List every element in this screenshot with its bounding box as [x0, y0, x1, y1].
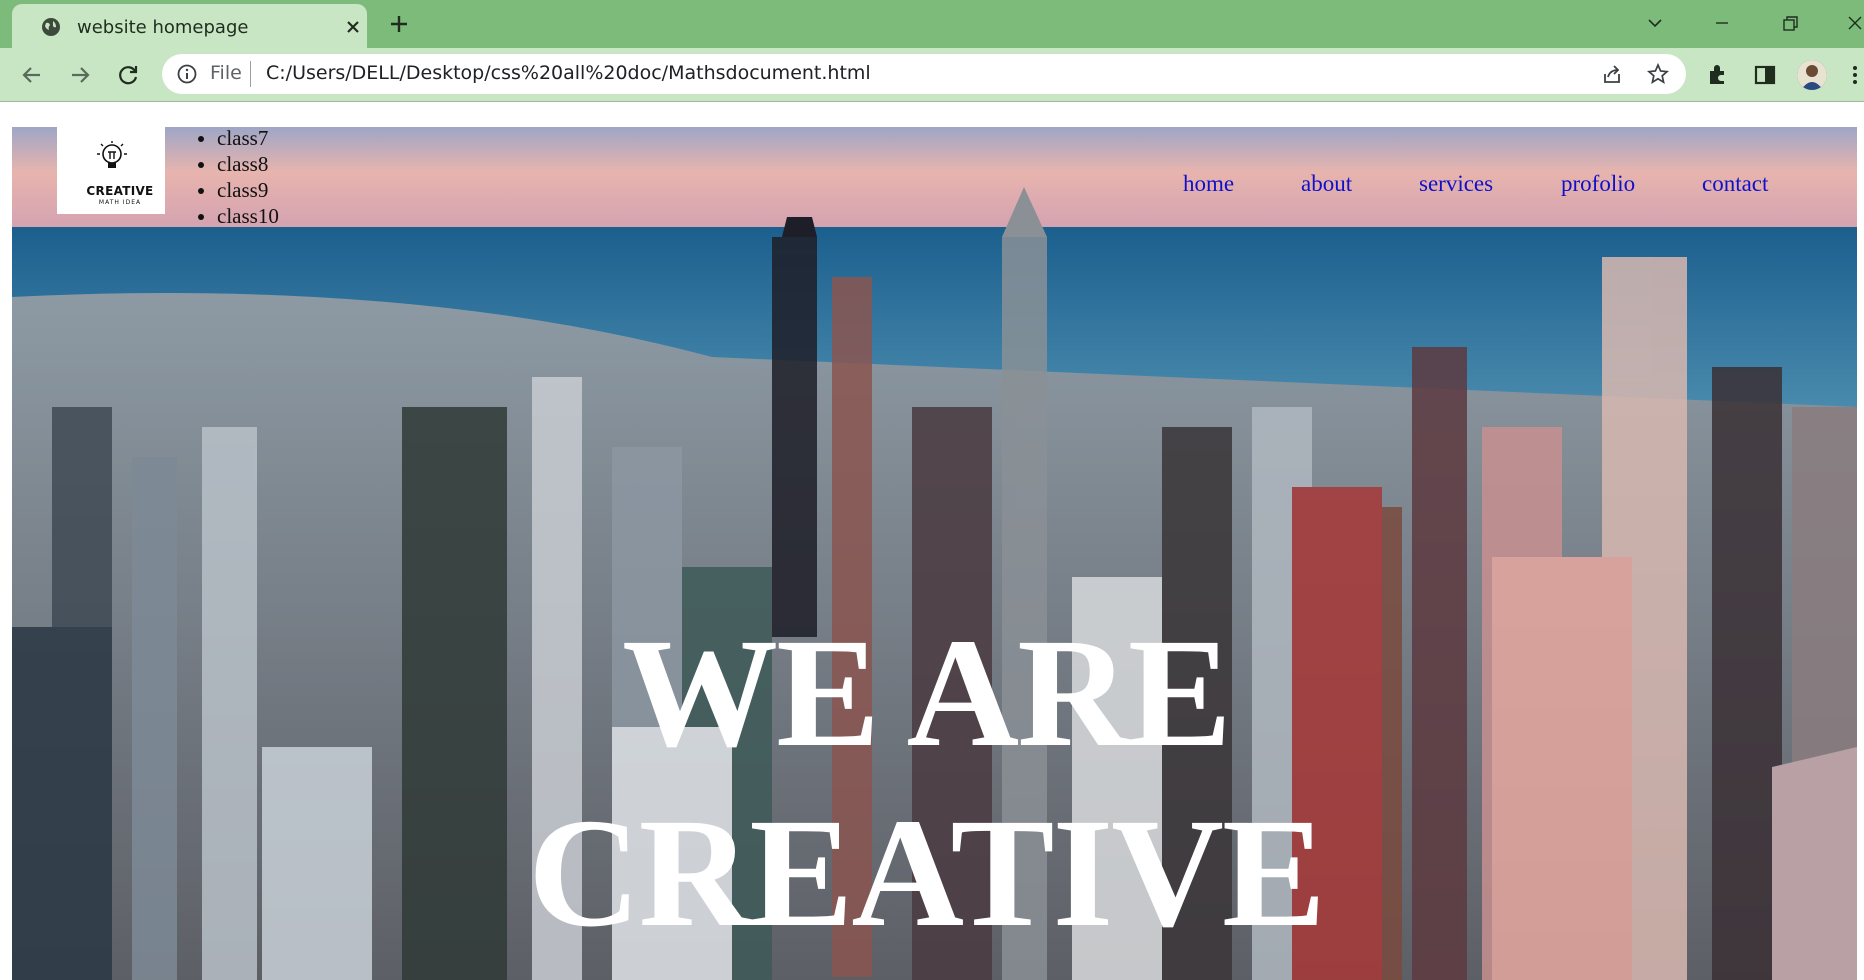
url-text[interactable]: C:/Users/DELL/Desktop/css%20all%20doc/Ma… [266, 62, 871, 84]
class-item[interactable]: class8 [217, 151, 279, 177]
back-icon[interactable] [18, 61, 46, 89]
minimize-icon[interactable] [1707, 8, 1737, 38]
class-list: class7 class8 class9 class10 [217, 125, 279, 229]
star-icon[interactable] [1646, 62, 1670, 86]
hero-headline-line-2: CREATIVE [528, 786, 1326, 959]
tab-website-homepage[interactable]: website homepage [12, 4, 367, 48]
browser-toolbar: File C:/Users/DELL/Desktop/css%20all%20d… [0, 48, 1864, 102]
restore-icon[interactable] [1775, 8, 1805, 38]
globe-icon [42, 18, 60, 36]
tab-strip: website homepage [0, 0, 1864, 48]
plus-icon[interactable] [386, 11, 412, 37]
hero-headline-line-1: WE ARE [622, 606, 1232, 779]
info-icon[interactable] [176, 63, 198, 85]
url-scheme: File [210, 62, 242, 84]
profile-avatar-icon [1797, 60, 1827, 90]
nav-link-about[interactable]: about [1301, 171, 1352, 197]
tab-title: website homepage [77, 17, 249, 38]
reload-icon[interactable] [114, 61, 142, 89]
side-panel-icon[interactable] [1752, 62, 1778, 88]
logo-title: CREATIVE [86, 184, 154, 198]
avatar[interactable] [1797, 60, 1827, 90]
lightbulb-icon [97, 141, 127, 168]
address-bar[interactable]: File C:/Users/DELL/Desktop/css%20all%20d… [162, 54, 1686, 94]
nav-link-contact[interactable]: contact [1702, 171, 1768, 197]
class-item[interactable]: class9 [217, 177, 279, 203]
site-logo[interactable]: CREATIVE MATH IDEA [57, 127, 165, 214]
class-item[interactable]: class10 [217, 203, 279, 229]
chevron-down-icon[interactable] [1640, 8, 1670, 38]
class-item[interactable]: class7 [217, 125, 279, 151]
nav-link-profolio[interactable]: profolio [1561, 171, 1635, 197]
nav-link-services[interactable]: services [1419, 171, 1493, 197]
close-icon[interactable] [342, 16, 364, 38]
more-icon[interactable] [1842, 62, 1864, 88]
close-window-icon[interactable] [1840, 8, 1864, 38]
url-divider [250, 61, 251, 87]
page-viewport: CREATIVE MATH IDEA class7 class8 class9 … [0, 103, 1864, 980]
forward-icon[interactable] [66, 61, 94, 89]
extensions-icon[interactable] [1705, 62, 1731, 88]
logo-subtitle: MATH IDEA [98, 199, 142, 206]
nav-link-home[interactable]: home [1183, 171, 1234, 197]
share-icon[interactable] [1600, 62, 1624, 86]
